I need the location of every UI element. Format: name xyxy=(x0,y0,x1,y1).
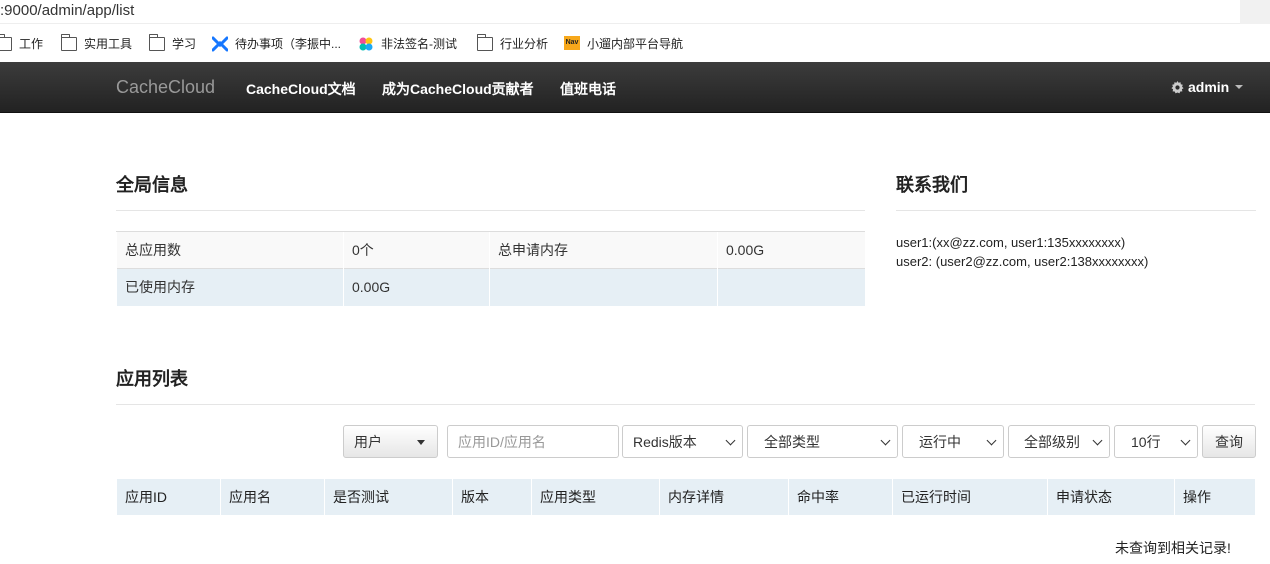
bookmark-work[interactable]: 工作 xyxy=(0,34,43,52)
redis-version-select[interactable]: Redis版本 xyxy=(622,425,743,458)
global-info-table: 总应用数 0个 总申请内存 0.00G 已使用内存 0.00G xyxy=(116,231,865,306)
redis-version-value: Redis版本 xyxy=(633,433,697,450)
bookmark-label: 学习 xyxy=(172,36,197,51)
info-value-used-memory: 0.00G xyxy=(343,268,490,306)
url-bar-end xyxy=(1240,0,1270,24)
bookmarks-bar: 工作 实用工具 学习 待办事项（李振中... 非法签名-测试 行业分析 Nav … xyxy=(0,24,1270,62)
chevron-down-icon xyxy=(1092,435,1103,446)
bookmark-label: 待办事项（李振中... xyxy=(235,36,342,51)
kibana-icon xyxy=(358,36,374,51)
contact-line-1: user1:(xx@zz.com, user1:135xxxxxxxx) xyxy=(896,235,1126,250)
level-value: 全部级别 xyxy=(1024,433,1080,450)
app-type-select[interactable]: 全部类型 xyxy=(747,425,898,458)
app-list-table: 应用ID 应用名 是否测试 版本 应用类型 内存详情 命中率 已运行时间 申请状… xyxy=(116,479,1255,515)
url-text[interactable]: :9000/admin/app/list xyxy=(0,2,134,19)
chevron-down-icon xyxy=(986,435,997,446)
app-type-value: 全部类型 xyxy=(764,433,820,450)
contact-line-2: user2: (user2@zz.com, user2:138xxxxxxxx) xyxy=(896,254,1149,269)
col-app-id[interactable]: 应用ID xyxy=(116,479,221,515)
bookmark-tools[interactable]: 实用工具 xyxy=(60,34,133,52)
bookmark-label: 行业分析 xyxy=(500,36,549,51)
col-hit-rate[interactable]: 命中率 xyxy=(788,479,893,515)
folder-icon xyxy=(148,34,165,51)
search-placeholder: 应用ID/应用名 xyxy=(458,433,546,450)
folder-icon xyxy=(0,34,12,51)
nav-docs-link[interactable]: CacheCloud文档 xyxy=(246,79,356,99)
contact-title: 联系我们 xyxy=(896,175,968,195)
info-label-used-memory: 已使用内存 xyxy=(116,268,344,306)
contact-info: user1:(xx@zz.com, user1:135xxxxxxxx) use… xyxy=(896,233,1148,271)
bookmark-label: 实用工具 xyxy=(84,36,133,51)
chevron-down-icon xyxy=(725,435,736,446)
browser-url-bar[interactable]: :9000/admin/app/list xyxy=(0,0,1270,24)
nav-icon: Nav xyxy=(564,36,580,50)
bookmark-label: 非法签名-测试 xyxy=(381,36,457,51)
col-memory-detail[interactable]: 内存详情 xyxy=(659,479,789,515)
col-uptime[interactable]: 已运行时间 xyxy=(892,479,1048,515)
folder-icon xyxy=(60,34,77,51)
caret-down-icon xyxy=(417,440,425,445)
bookmark-industry[interactable]: 行业分析 xyxy=(476,34,549,52)
page-size-value: 10行 xyxy=(1131,433,1161,450)
bookmark-label: 工作 xyxy=(19,36,44,51)
user-filter-label: 用户 xyxy=(354,433,382,450)
col-app-type[interactable]: 应用类型 xyxy=(531,479,660,515)
query-button[interactable]: 查询 xyxy=(1202,425,1256,458)
page-size-select[interactable]: 10行 xyxy=(1114,425,1198,458)
chevron-down-icon xyxy=(1180,435,1191,446)
folder-icon xyxy=(476,34,493,51)
status-value: 运行中 xyxy=(919,433,961,450)
col-actions: 操作 xyxy=(1174,479,1255,515)
brand-logo[interactable]: CacheCloud xyxy=(116,77,215,98)
app-list-divider xyxy=(116,404,1255,405)
empty-message: 未查询到相关记录! xyxy=(1115,540,1231,556)
search-input[interactable]: 应用ID/应用名 xyxy=(447,425,619,458)
query-label: 查询 xyxy=(1215,433,1243,450)
global-info-divider xyxy=(116,210,865,211)
user-menu[interactable]: admin xyxy=(1171,79,1244,95)
info-value-total-apps: 0个 xyxy=(343,231,490,269)
table-header-row: 应用ID 应用名 是否测试 版本 应用类型 内存详情 命中率 已运行时间 申请状… xyxy=(116,479,1255,515)
status-select[interactable]: 运行中 xyxy=(902,425,1004,458)
info-label-requested-memory: 总申请内存 xyxy=(489,231,718,269)
level-select[interactable]: 全部级别 xyxy=(1008,425,1110,458)
col-is-test[interactable]: 是否测试 xyxy=(324,479,453,515)
col-version[interactable]: 版本 xyxy=(452,479,532,515)
col-apply-status[interactable]: 申请状态 xyxy=(1047,479,1175,515)
gear-icon xyxy=(1171,80,1184,94)
chevron-down-icon xyxy=(1235,85,1244,89)
user-filter-button[interactable]: 用户 xyxy=(343,425,438,458)
bookmark-label: 小遛内部平台导航 xyxy=(587,36,684,51)
info-value-requested-memory: 0.00G xyxy=(717,231,865,269)
contact-divider xyxy=(896,210,1256,211)
info-empty-cell xyxy=(717,268,865,306)
bookmark-signature-test[interactable]: 非法签名-测试 xyxy=(358,34,457,52)
bookmark-nav[interactable]: Nav 小遛内部平台导航 xyxy=(564,34,683,52)
chevron-down-icon xyxy=(880,435,891,446)
bookmark-study[interactable]: 学习 xyxy=(148,34,197,52)
bookmark-todo[interactable]: 待办事项（李振中... xyxy=(211,34,342,52)
table-row: 已使用内存 0.00G xyxy=(116,268,865,306)
col-app-name[interactable]: 应用名 xyxy=(220,479,325,515)
nav-contribute-link[interactable]: 成为CacheCloud贡献者 xyxy=(382,79,534,99)
top-navbar: CacheCloud CacheCloud文档 成为CacheCloud贡献者 … xyxy=(0,62,1270,113)
nav-oncall-link[interactable]: 值班电话 xyxy=(560,79,616,99)
user-name: admin xyxy=(1188,79,1230,95)
app-list-title: 应用列表 xyxy=(116,369,188,389)
info-label-total-apps: 总应用数 xyxy=(116,231,344,269)
table-row: 总应用数 0个 总申请内存 0.00G xyxy=(116,231,865,269)
info-empty-cell xyxy=(489,268,718,306)
task-app-icon xyxy=(211,36,229,52)
global-info-title: 全局信息 xyxy=(116,175,188,195)
